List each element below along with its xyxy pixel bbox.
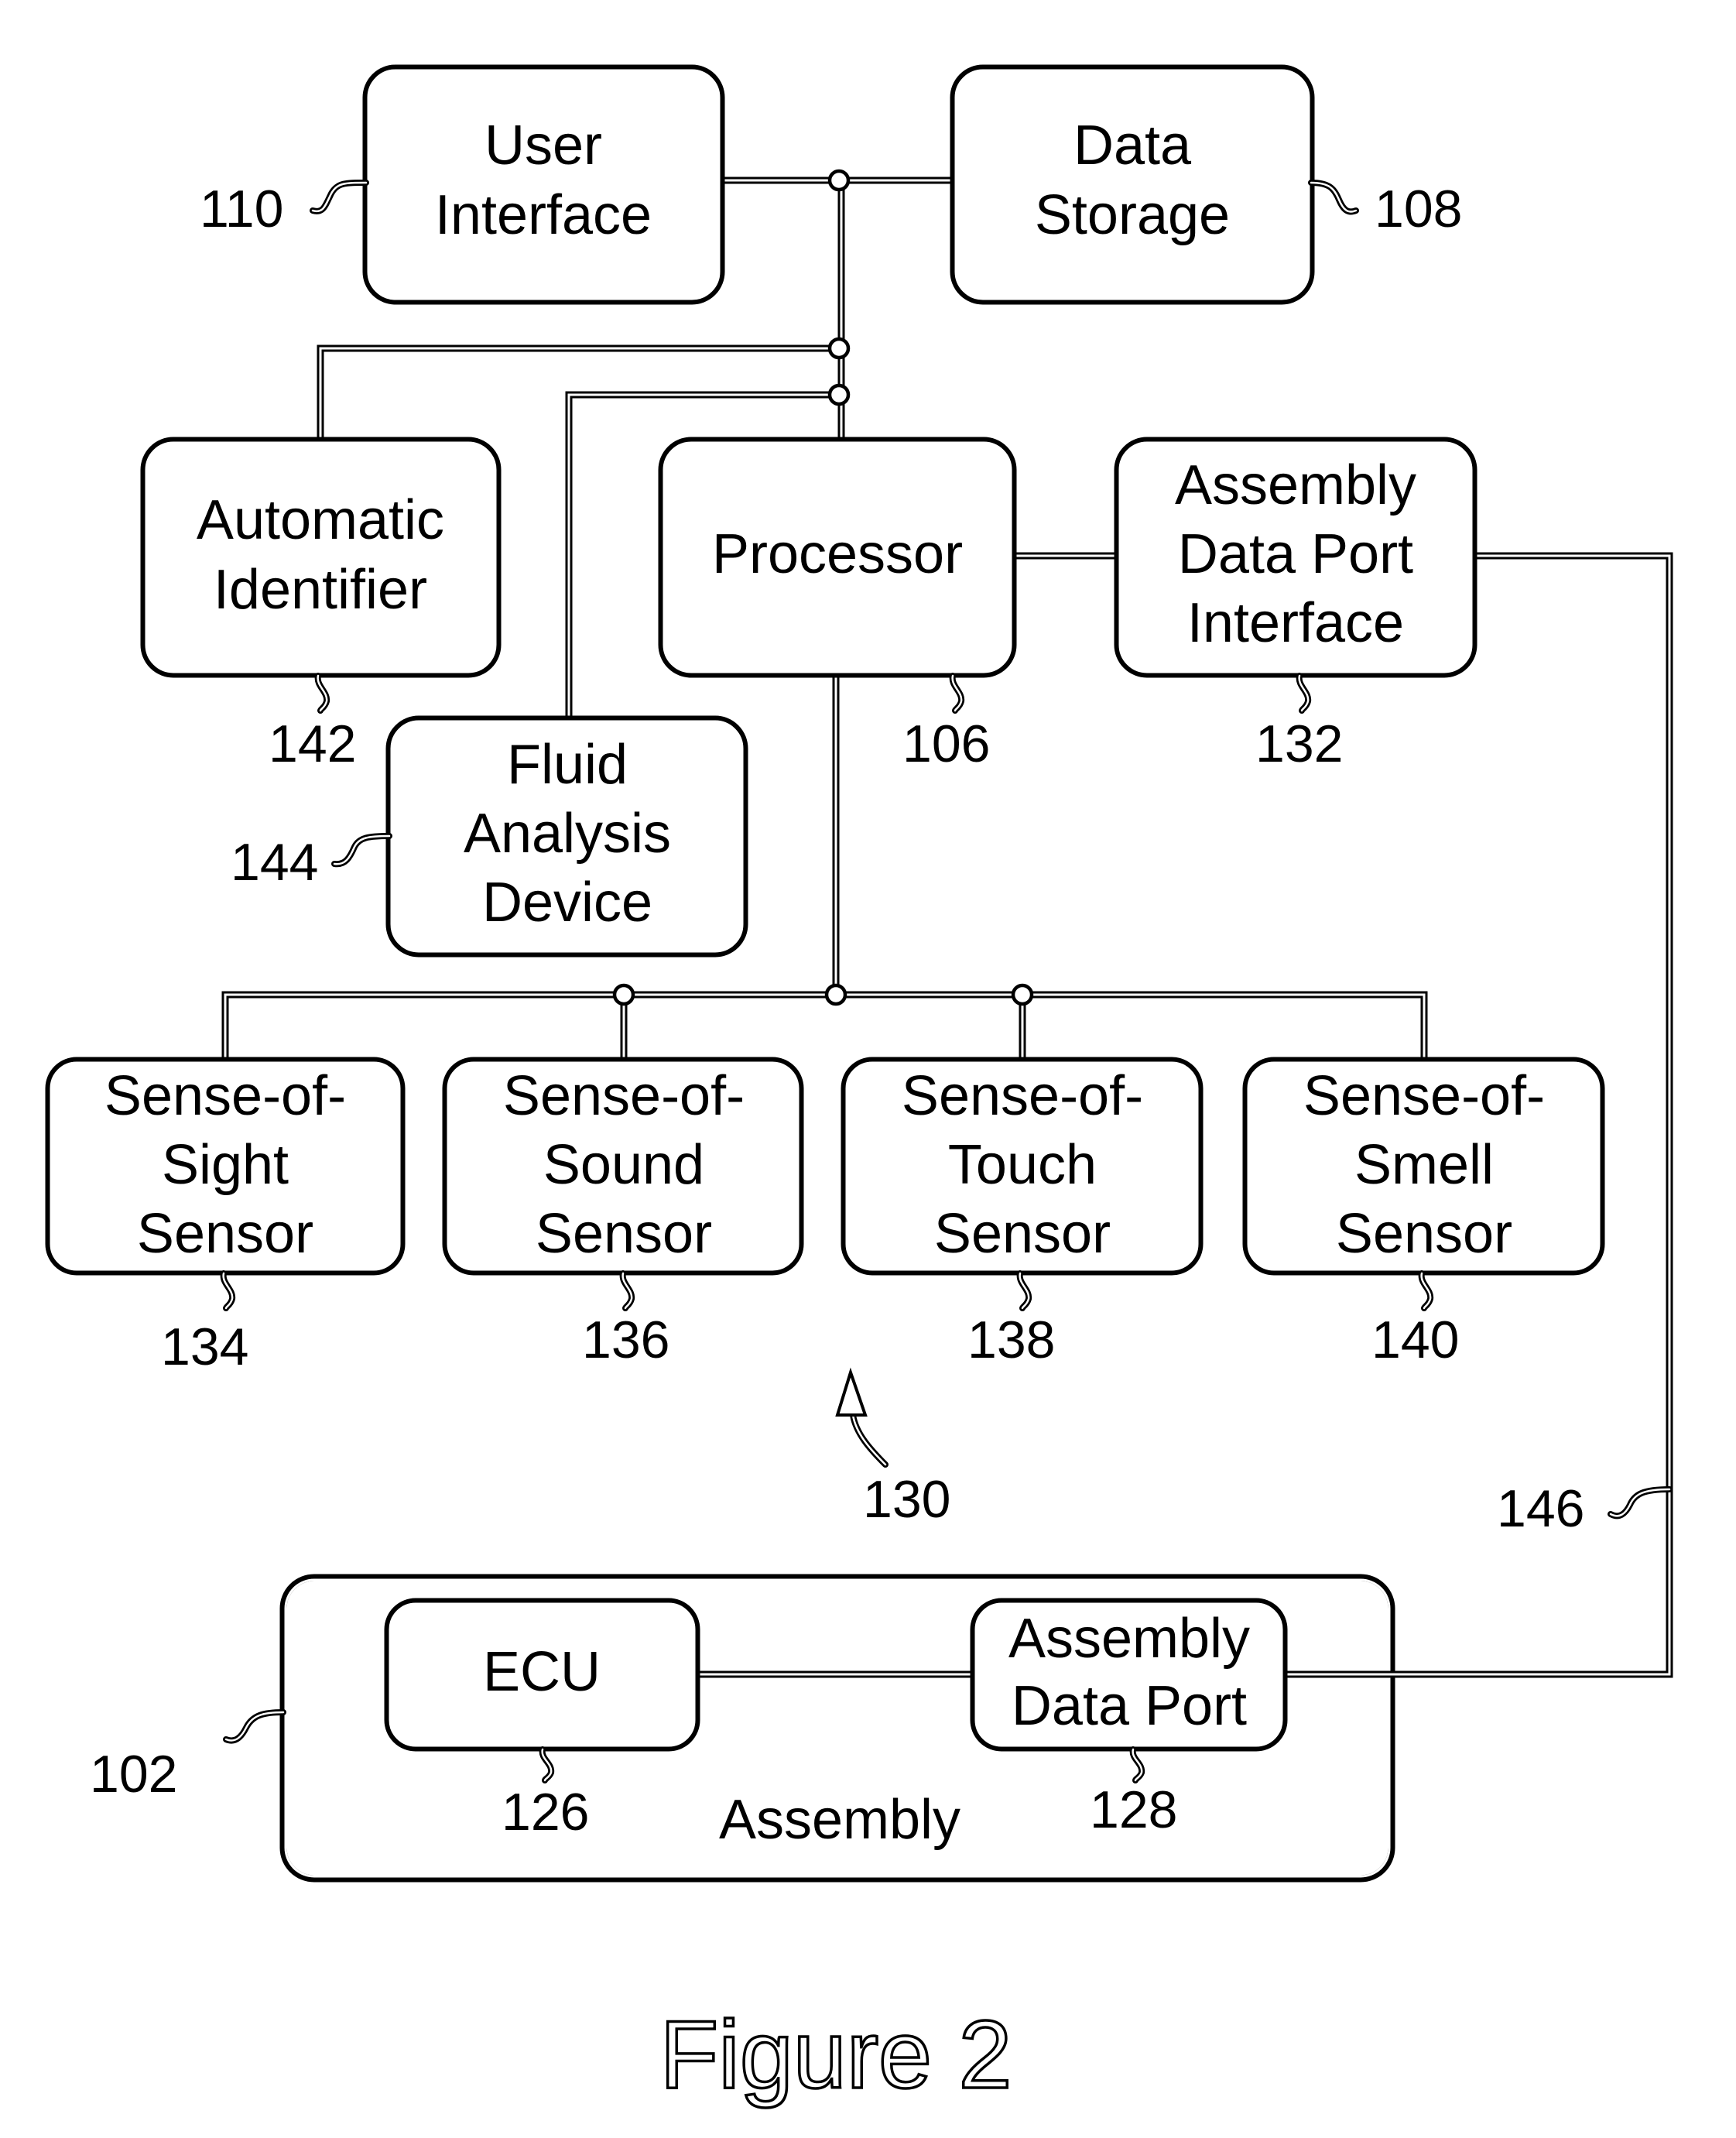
leader-136 bbox=[619, 1270, 635, 1311]
block-sense-of-smell-sensor: Sense-of- Smell Sensor bbox=[1242, 1057, 1605, 1276]
sight-sensor-label-line1: Sense-of- bbox=[104, 1065, 346, 1127]
sound-sensor-label-line1: Sense-of- bbox=[503, 1065, 745, 1127]
adpi-label-line1: Assembly bbox=[1175, 454, 1416, 516]
leader-110 bbox=[310, 180, 369, 214]
leader-142 bbox=[314, 673, 330, 714]
sound-sensor-label-line2: Sound bbox=[543, 1134, 704, 1196]
automatic-identifier-label-line1: Automatic bbox=[197, 489, 444, 551]
ref-144: 144 bbox=[231, 833, 318, 892]
sight-sensor-label-line2: Sight bbox=[162, 1134, 289, 1196]
figure-caption: Figure 2 bbox=[660, 2002, 1012, 2109]
smell-sensor-label-line1: Sense-of- bbox=[1303, 1065, 1545, 1127]
smell-sensor-label-line2: Smell bbox=[1354, 1134, 1494, 1196]
block-automatic-identifier: Automatic Identifier bbox=[140, 437, 502, 678]
user-interface-label-line2: Interface bbox=[435, 184, 652, 246]
ref-138: 138 bbox=[967, 1311, 1055, 1369]
block-assembly-data-port-interface: Assembly Data Port Interface bbox=[1114, 437, 1477, 678]
leader-140 bbox=[1418, 1270, 1434, 1311]
ref-140: 140 bbox=[1371, 1311, 1459, 1369]
touch-sensor-label-line1: Sense-of- bbox=[902, 1065, 1143, 1127]
junction-sound bbox=[612, 983, 635, 1006]
ref-102: 102 bbox=[90, 1745, 177, 1804]
adpi-label-line2: Data Port bbox=[1178, 523, 1413, 585]
leader-132 bbox=[1296, 673, 1312, 714]
junction-fluid bbox=[827, 383, 851, 406]
arrow-130-icon bbox=[835, 1367, 889, 1468]
block-ecu: ECU bbox=[384, 1598, 700, 1752]
user-interface-label-line1: User bbox=[485, 115, 602, 176]
leader-144 bbox=[331, 833, 392, 868]
block-user-interface: User Interface bbox=[362, 64, 725, 305]
block-sense-of-sight-sensor: Sense-of- Sight Sensor bbox=[45, 1057, 406, 1276]
leader-102 bbox=[223, 1709, 286, 1744]
data-storage-label-line2: Storage bbox=[1035, 184, 1230, 246]
ref-136: 136 bbox=[582, 1311, 669, 1369]
touch-sensor-label-line3: Sensor bbox=[934, 1203, 1111, 1265]
ref-132: 132 bbox=[1255, 714, 1343, 773]
leader-138 bbox=[1016, 1270, 1032, 1311]
leader-126 bbox=[539, 1746, 555, 1783]
block-data-storage: Data Storage bbox=[950, 64, 1315, 305]
ref-106: 106 bbox=[902, 714, 990, 773]
ref-110: 110 bbox=[200, 180, 283, 238]
ref-108: 108 bbox=[1375, 180, 1462, 238]
data-storage-label-line1: Data bbox=[1073, 115, 1192, 176]
automatic-identifier-label-line2: Identifier bbox=[214, 559, 427, 621]
junction-sensor-center bbox=[824, 983, 847, 1006]
junction-touch bbox=[1011, 983, 1034, 1006]
ref-134: 134 bbox=[161, 1317, 248, 1376]
ref-126: 126 bbox=[502, 1783, 589, 1842]
fluid-analysis-label-line3: Device bbox=[482, 872, 652, 934]
junction-top-bus bbox=[827, 169, 851, 192]
leader-106 bbox=[949, 673, 965, 714]
sight-sensor-label-line3: Sensor bbox=[137, 1203, 313, 1265]
ref-130: 130 bbox=[863, 1470, 950, 1529]
adpi-label-line3: Interface bbox=[1187, 592, 1404, 654]
assembly-label: Assembly bbox=[719, 1789, 960, 1851]
ecu-label: ECU bbox=[483, 1641, 601, 1703]
block-assembly-data-port: Assembly Data Port bbox=[970, 1598, 1288, 1752]
touch-sensor-label-line2: Touch bbox=[948, 1134, 1097, 1196]
leader-128 bbox=[1129, 1746, 1145, 1783]
block-processor: Processor bbox=[658, 437, 1017, 678]
reference-leaders bbox=[220, 180, 1673, 1783]
assembly-data-port-label-line2: Data Port bbox=[1012, 1675, 1247, 1737]
fluid-analysis-label-line2: Analysis bbox=[464, 803, 671, 865]
leader-146 bbox=[1608, 1486, 1673, 1520]
block-sense-of-sound-sensor: Sense-of- Sound Sensor bbox=[442, 1057, 804, 1276]
block-sense-of-touch-sensor: Sense-of- Touch Sensor bbox=[841, 1057, 1204, 1276]
sound-sensor-label-line3: Sensor bbox=[536, 1203, 712, 1265]
patent-block-diagram: User Interface Data Storage Automatic Id… bbox=[45, 64, 1673, 2110]
reference-numerals: 110 108 142 106 132 144 134 136 138 140 … bbox=[90, 180, 1584, 1842]
ref-142: 142 bbox=[269, 714, 356, 773]
fluid-analysis-label-line1: Fluid bbox=[507, 734, 628, 796]
wire-sensor-bus bbox=[221, 991, 1428, 1060]
smell-sensor-label-line3: Sensor bbox=[1336, 1203, 1512, 1265]
junction-auto-id bbox=[827, 337, 851, 360]
assembly-data-port-label-line1: Assembly bbox=[1008, 1608, 1250, 1670]
block-fluid-analysis-device: Fluid Analysis Device bbox=[385, 715, 748, 958]
ref-128: 128 bbox=[1090, 1780, 1177, 1839]
leader-108 bbox=[1308, 180, 1359, 215]
processor-label: Processor bbox=[712, 523, 963, 585]
ref-146: 146 bbox=[1497, 1479, 1584, 1538]
leader-134 bbox=[220, 1270, 236, 1311]
